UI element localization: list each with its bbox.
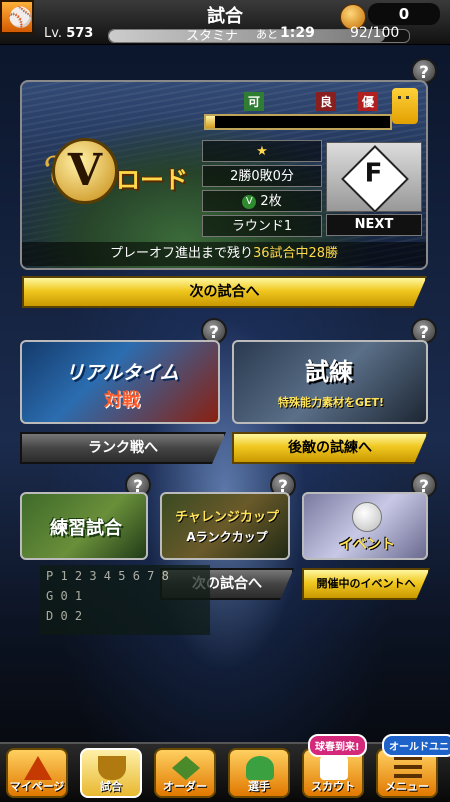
vroad-progress-bar bbox=[204, 114, 392, 130]
header-bar: ⚾ 試合 0 Lv. 573 スタミナ あと 1:29 92/100 bbox=[0, 0, 450, 45]
flag-ryo: 良 bbox=[316, 92, 337, 111]
realtime-battle-card[interactable]: リアルタイム 対戦 bbox=[20, 340, 220, 424]
mascot-icon bbox=[392, 88, 418, 124]
player-level: Lv. 573 bbox=[44, 26, 94, 41]
event-button[interactable]: 開催中のイベントへ bbox=[302, 568, 430, 600]
order-field-icon bbox=[172, 756, 200, 780]
flag-yu: 優 bbox=[358, 92, 379, 111]
flag-ka: 可 bbox=[244, 92, 265, 111]
vroad-panel[interactable]: ❦ V ロード 可 良 優 ★ 2勝0敗0分 V 2枚 ラウンド1 F NEXT… bbox=[20, 80, 428, 270]
tickets-row: V 2枚 bbox=[202, 190, 322, 212]
vroad-title: ロード bbox=[116, 166, 188, 194]
tab-label: 試合 bbox=[100, 780, 122, 793]
tab-game[interactable]: 試合 bbox=[80, 748, 142, 798]
event-title: イベント bbox=[339, 537, 395, 553]
game-trophy-icon bbox=[98, 756, 126, 780]
stamina-fill bbox=[109, 30, 385, 42]
rank-star: ★ bbox=[202, 140, 322, 162]
next-game-button[interactable]: 次の試合へ bbox=[22, 276, 427, 308]
stamina-label: スタミナ bbox=[186, 29, 239, 44]
scout-icon bbox=[320, 756, 348, 780]
stamina-ato: あと bbox=[256, 28, 278, 41]
round-text: ラウンド1 bbox=[202, 215, 322, 237]
practice-title: 練習試合 bbox=[50, 518, 122, 539]
realtime-title: リアルタイム bbox=[65, 362, 179, 384]
v-ticket-icon: V bbox=[242, 194, 257, 209]
tab-label: マイページ bbox=[9, 780, 65, 793]
grade-flags: 可 良 優 bbox=[240, 92, 390, 112]
trial-subtitle: 特殊能力素材をGET! bbox=[277, 396, 385, 409]
tab-label: オーダー bbox=[163, 780, 207, 793]
playoff-status: プレーオフ進出まで残り36試合中28勝 bbox=[22, 242, 426, 266]
realtime-subtitle: 対戦 bbox=[104, 390, 140, 411]
trial-card[interactable]: 試練 特殊能力素材をGET! bbox=[232, 340, 428, 424]
scout-badge: 球春到来! bbox=[308, 734, 367, 757]
tab-order[interactable]: オーダー bbox=[154, 748, 216, 798]
stamina-timer: 1:29 bbox=[280, 25, 315, 41]
mypage-icon bbox=[24, 756, 52, 780]
vroad-emblem: V bbox=[52, 138, 118, 204]
opponent-team-logo: F bbox=[326, 142, 422, 213]
challenge-title: チャレンジカップ bbox=[175, 510, 279, 525]
trial-title: 試練 bbox=[305, 358, 353, 386]
stamina-value: 92/100 bbox=[350, 25, 400, 41]
menu-badge: オールドユニ bbox=[382, 734, 450, 757]
tab-label: 選手 bbox=[248, 780, 270, 793]
event-card[interactable]: イベント bbox=[302, 492, 428, 560]
record-text: 2勝0敗0分 bbox=[202, 165, 322, 187]
tab-label: スカウト bbox=[311, 780, 355, 793]
tab-player[interactable]: 選手 bbox=[228, 748, 290, 798]
baseball-icon bbox=[352, 502, 382, 532]
menu-icon bbox=[394, 756, 422, 780]
next-label: NEXT bbox=[326, 214, 422, 236]
practice-game-card[interactable]: 練習試合 bbox=[20, 492, 148, 560]
tab-label: メニュー bbox=[385, 780, 429, 793]
team-f-icon: F bbox=[341, 145, 409, 213]
team-logo-icon[interactable]: ⚾ bbox=[0, 0, 34, 34]
vroad-badge: ❦ V ロード bbox=[32, 120, 202, 205]
vroad-progress-fill bbox=[206, 116, 216, 128]
challenge-subtitle: Aランクカップ bbox=[186, 530, 268, 544]
tab-mypage[interactable]: マイページ bbox=[6, 748, 68, 798]
challenge-cup-card[interactable]: チャレンジカップ Aランクカップ bbox=[160, 492, 290, 560]
player-icon bbox=[246, 756, 274, 780]
rank-battle-button[interactable]: ランク戦へ bbox=[20, 432, 226, 464]
scoreboard-background: P 1 2 3 4 5 6 7 8 G 0 1 D 0 2 bbox=[40, 565, 210, 635]
coin-count[interactable]: 0 bbox=[368, 3, 440, 25]
trial-button[interactable]: 後敵の試練へ bbox=[232, 432, 428, 464]
